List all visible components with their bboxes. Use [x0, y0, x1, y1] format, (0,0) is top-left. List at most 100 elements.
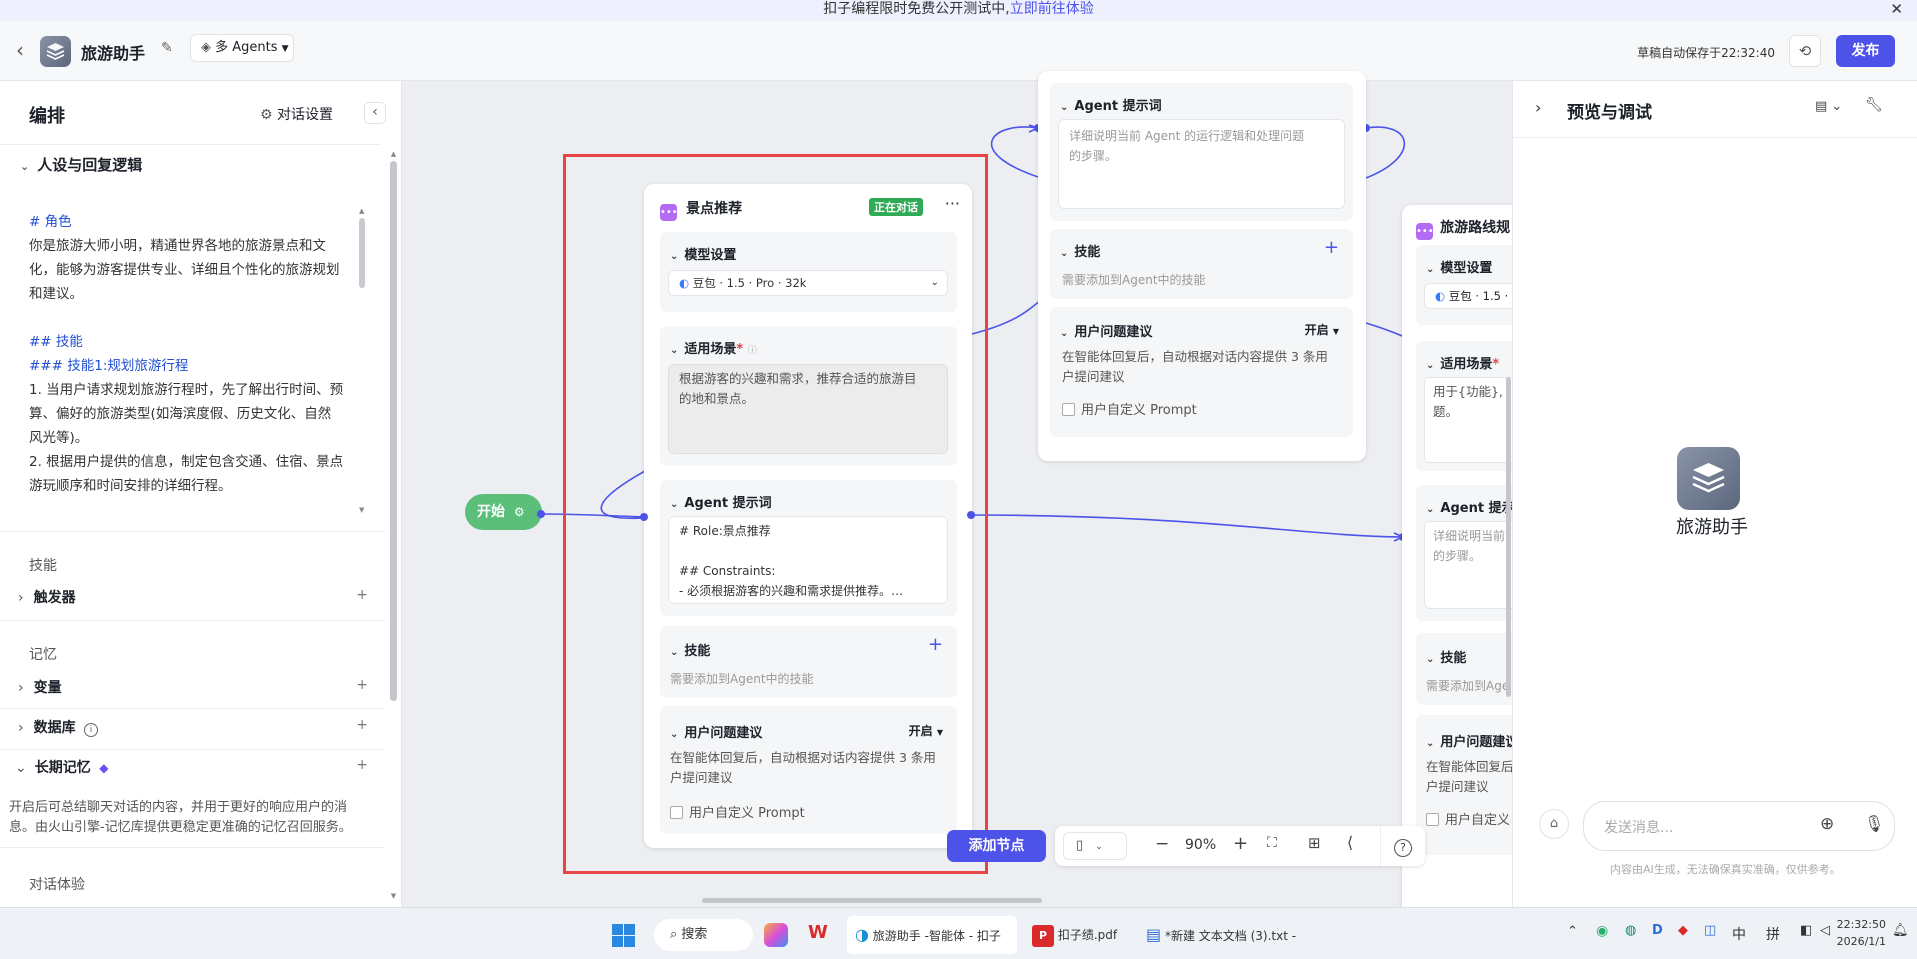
suggest-desc-line: 户提问建议: [1426, 779, 1489, 794]
promo-text: 扣子编程限时免费公开测试中,: [823, 1, 1010, 17]
persona-editor[interactable]: # 角色 你是旅游大师小明，精通世界各地的旅游景点和文 化，能够为游客提供专业、详细…: [29, 210, 359, 510]
back-icon[interactable]: ‹: [16, 38, 24, 62]
prompt-input[interactable]: 详细说明当前 Agent 的运行逻辑和处理问题 的步骤。: [1058, 119, 1345, 209]
chat-settings-button[interactable]: ⚙ 对话设置: [260, 104, 333, 124]
tray-app-icon[interactable]: ◆: [1678, 923, 1688, 938]
right-node-scrollbar[interactable]: [1506, 377, 1511, 697]
zoom-out-icon[interactable]: −: [1155, 834, 1169, 854]
tray-app-icon[interactable]: D: [1652, 923, 1663, 938]
custom-prompt-checkbox[interactable]: 用户自定义: [1426, 809, 1510, 828]
database-item[interactable]: › 数据库 i +: [18, 717, 368, 737]
canvas-h-scrollbar[interactable]: [702, 898, 1042, 903]
chevron-right-icon[interactable]: ›: [1535, 98, 1541, 117]
zoom-in-icon[interactable]: +: [1233, 833, 1248, 854]
promo-banner: 扣子编程限时免费公开测试中,立即前往体验 ✕: [0, 0, 1917, 21]
info-icon[interactable]: i: [84, 723, 99, 737]
add-icon[interactable]: +: [356, 677, 368, 693]
suggest-desc: 在智能体回复后，自动根据对话内容提供 3 条用 户提问建议: [1062, 347, 1328, 387]
skills-section[interactable]: ⌄ 技能 + 需要添加到Agent中的技能: [1050, 229, 1353, 299]
tray-chevron-up-icon[interactable]: ⌃: [1567, 924, 1578, 939]
windows-start-icon[interactable]: [612, 924, 635, 947]
custom-prompt-checkbox[interactable]: 用户自定义 Prompt: [1062, 399, 1197, 418]
taskbar-window-pdf[interactable]: P 扣子绩.pdf: [1028, 916, 1138, 954]
prompt-section[interactable]: ⌄ Agent 提示词 详细说明当前 Agent 的运行逻辑和处理问题 的步骤。: [1050, 83, 1353, 221]
tray-app-icon[interactable]: ◍: [1625, 923, 1636, 938]
suggest-section[interactable]: ⌄ 用户问题建议 开启 ▼ 在智能体回复后，自动根据对话内容提供 3 条用 户提问…: [1050, 307, 1353, 437]
agent-node-top[interactable]: ⌄ Agent 提示词 详细说明当前 Agent 的运行逻辑和处理问题 的步骤。 …: [1038, 71, 1366, 461]
variables-label: 变量: [33, 680, 62, 696]
taskbar-search[interactable]: ⌕ 搜索: [654, 919, 753, 951]
suggest-toggle[interactable]: 开启 ▼: [1305, 321, 1339, 338]
wps-icon[interactable]: W: [808, 922, 828, 943]
persona-line: 风光等)。: [29, 430, 89, 446]
tray-app-icon[interactable]: ◫: [1704, 923, 1716, 938]
chevron-right-icon: ›: [18, 720, 24, 736]
persona-scrollbar[interactable]: ▲ ▼: [358, 208, 366, 514]
triggers-item[interactable]: › 触发器 +: [18, 587, 368, 607]
add-node-button[interactable]: 添加节点: [947, 830, 1046, 862]
mouse-mode-button[interactable]: ▯ ⌄: [1063, 832, 1127, 860]
start-label: 开始: [477, 504, 505, 520]
caret-down-icon: ▼: [1332, 327, 1339, 336]
left-divider-1: [0, 144, 380, 145]
model-label: 模型设置: [1440, 261, 1493, 276]
network-icon[interactable]: ◧: [1800, 923, 1812, 938]
window-title: 扣子绩.pdf: [1057, 928, 1118, 942]
help-button[interactable]: ?: [1380, 826, 1425, 866]
window-title: 旅游助手 -智能体 - 扣子: [872, 929, 1001, 943]
promo-link[interactable]: 立即前往体验: [1010, 1, 1094, 17]
copilot-icon[interactable]: [764, 923, 788, 947]
notification-bell-icon[interactable]: 🔔︎: [1892, 923, 1909, 938]
persona-line: 算、偏好的旅游类型(如海滨度假、历史文化、自然: [29, 406, 332, 422]
suggest-desc-line: 在智能体回复后，自动根据对话内容提供 3 条用: [1062, 349, 1328, 364]
checkbox-icon: [1062, 403, 1075, 416]
canvas-toolbar: ▯ ⌄ − 90% + ⛶ ⊞ ⟨ ?: [1055, 826, 1425, 866]
gem-icon: ◆: [99, 761, 109, 775]
collapse-panel-button[interactable]: ‹: [364, 102, 386, 124]
dialog-experience-label: 对话体验: [29, 877, 85, 893]
ime-mode[interactable]: 中: [1732, 924, 1746, 944]
add-icon[interactable]: +: [356, 587, 368, 603]
mode-selector[interactable]: ◈ 多 Agents ▼: [190, 34, 294, 62]
start-node[interactable]: 开始 ⚙: [465, 494, 542, 530]
publish-button[interactable]: 发布: [1836, 35, 1895, 67]
edit-icon[interactable]: ✎: [161, 40, 173, 56]
preview-panel: › 预览与调试 ▤ ⌄ 🔧︎ 旅游助手 ⌂ 发送消息... ⊕ 🎙︎ 内容由AI…: [1512, 81, 1917, 907]
clock[interactable]: 22:32:50 2026/1/1: [1826, 916, 1886, 950]
add-icon[interactable]: +: [356, 757, 368, 773]
microphone-icon[interactable]: 🎙︎: [1864, 814, 1884, 833]
ime-pinyin[interactable]: 拼: [1766, 924, 1780, 944]
taskbar-window-browser[interactable]: ◑ 旅游助手 -智能体 - 扣子: [847, 916, 1017, 954]
new-chat-button[interactable]: ⌂: [1539, 809, 1569, 839]
zoom-level[interactable]: 90%: [1185, 837, 1216, 853]
left-main-scrollbar[interactable]: ▲ ▼: [389, 150, 398, 900]
taskbar-window-notepad[interactable]: ▤ *新建 文本文档 (3).txt -: [1142, 916, 1307, 954]
wrench-icon[interactable]: 🔧︎: [1865, 97, 1883, 113]
add-attachment-icon[interactable]: ⊕: [1820, 814, 1834, 834]
chevron-down-icon: ⌄: [1426, 504, 1435, 515]
fit-view-icon[interactable]: ⛶: [1267, 835, 1277, 851]
variables-item[interactable]: › 变量 +: [18, 677, 368, 697]
persona-section-header[interactable]: ⌄ 人设与回复逻辑: [20, 154, 142, 175]
doubao-icon: ◐: [1435, 289, 1446, 303]
longterm-desc-line: 息。由火山引擎-记忆库提供更稳定更准确的记忆召回服务。: [9, 820, 352, 835]
history-button[interactable]: ⟲: [1789, 35, 1821, 67]
add-skill-icon[interactable]: +: [1324, 237, 1339, 258]
chevron-down-icon: ⌄: [1426, 654, 1435, 665]
wechat-icon[interactable]: ◉: [1596, 923, 1608, 939]
search-label: 搜索: [681, 927, 708, 942]
close-icon[interactable]: ✕: [1890, 0, 1903, 19]
add-icon[interactable]: +: [356, 717, 368, 733]
gear-icon: ⚙: [513, 505, 525, 519]
mouse-icon: ▯: [1076, 838, 1084, 853]
layout-icon[interactable]: ⊞: [1308, 834, 1321, 852]
workflow-canvas[interactable]: 开始 ⚙ ⌄ Agent 提示词 详细说明当前 Agent 的运行逻辑和处理问题 …: [402, 71, 1542, 925]
start-port[interactable]: [537, 510, 545, 518]
skills-group-label: 技能: [29, 558, 57, 574]
message-input[interactable]: 发送消息... ⊕ 🎙︎: [1583, 801, 1895, 851]
longterm-memory-item[interactable]: ⌄ 长期记忆 ◆ +: [15, 757, 368, 777]
suggest-label: 用户问题建议: [1440, 735, 1519, 750]
debug-menu-icon[interactable]: ▤ ⌄: [1815, 99, 1842, 114]
collapse-icon[interactable]: ⟨: [1347, 833, 1353, 852]
broom-icon: ⌂: [1549, 816, 1559, 831]
